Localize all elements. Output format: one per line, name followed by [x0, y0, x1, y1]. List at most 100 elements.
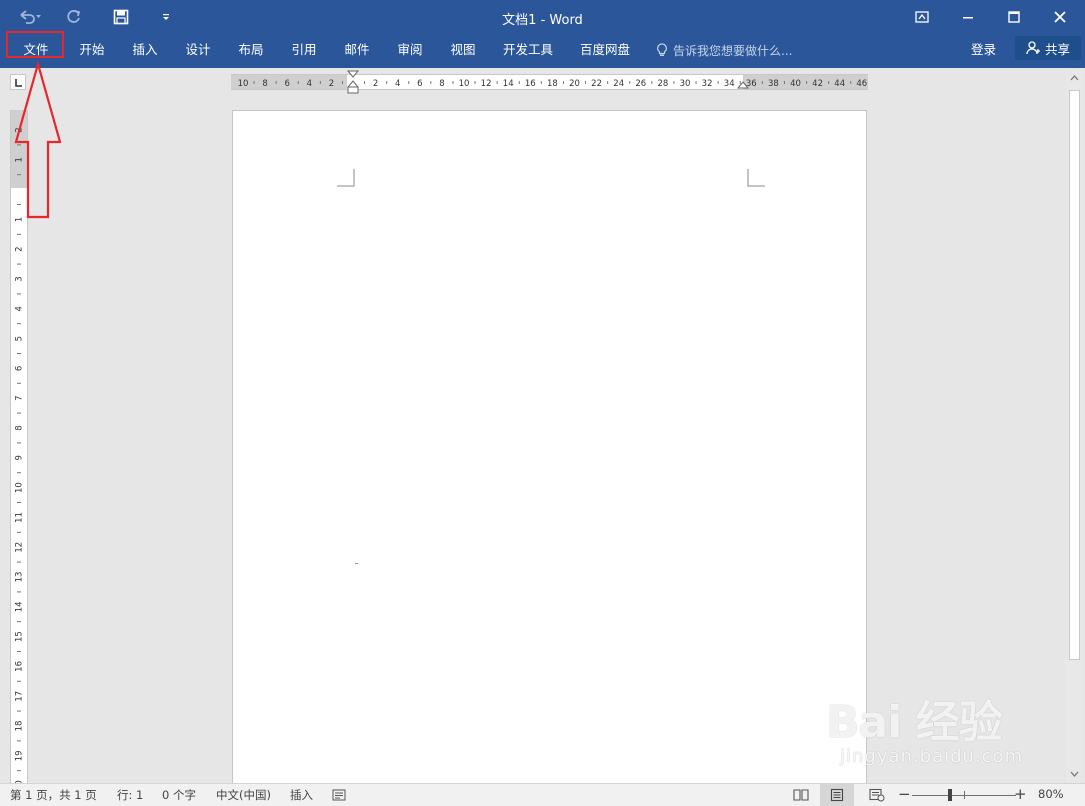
word-count[interactable]: 0 个字: [162, 787, 196, 803]
zoom-level[interactable]: 80%: [1038, 787, 1064, 801]
read-mode-button[interactable]: [784, 784, 818, 806]
ruler-label: 15: [15, 631, 25, 642]
tell-me-search[interactable]: 告诉我您想要做什么...: [656, 38, 792, 62]
ruler-label: 17: [15, 691, 25, 702]
tab-references[interactable]: 引用: [284, 38, 324, 62]
print-layout-icon: [830, 788, 844, 802]
tab-developer[interactable]: 开发工具: [498, 38, 558, 62]
ruler-label: 16: [15, 661, 25, 672]
close-button[interactable]: [1040, 4, 1080, 30]
zoom-out-button[interactable]: −: [898, 785, 911, 803]
text-cursor: [355, 563, 358, 564]
ruler-label: 7: [15, 395, 25, 400]
web-layout-icon: [869, 788, 885, 802]
ruler-label: 6: [417, 79, 422, 89]
ruler-label: 4: [15, 306, 25, 311]
share-button[interactable]: 共享: [1015, 36, 1081, 60]
tab-file[interactable]: 文件: [8, 38, 64, 62]
ruler-label: 1: [15, 217, 25, 222]
ruler-label: 14: [15, 601, 25, 612]
save-button[interactable]: [108, 6, 134, 28]
ruler-label: 3: [15, 276, 25, 281]
ruler-label: 44: [834, 79, 845, 89]
vertical-ruler[interactable]: 211234567891011121314151617181920: [10, 110, 28, 784]
tab-mailings[interactable]: 邮件: [337, 38, 377, 62]
lightbulb-icon: [657, 43, 667, 56]
tab-view[interactable]: 视图: [443, 38, 483, 62]
tab-stop-selector[interactable]: [10, 74, 26, 90]
tab-baidu-netdisk[interactable]: 百度网盘: [575, 38, 635, 62]
tab-home[interactable]: 开始: [72, 38, 112, 62]
tab-insert[interactable]: 插入: [125, 38, 165, 62]
minimize-button[interactable]: [948, 4, 988, 30]
undo-button[interactable]: [14, 6, 44, 28]
tab-design[interactable]: 设计: [178, 38, 218, 62]
tell-me-placeholder: 告诉我您想要做什么...: [673, 43, 793, 58]
redo-button[interactable]: [62, 6, 86, 28]
scroll-down-icon[interactable]: [1070, 770, 1079, 778]
margin-corner-top-right: [747, 169, 765, 187]
ruler-label: 8: [262, 79, 267, 89]
ruler-label: 46: [856, 79, 867, 89]
ruler-label: 2: [373, 79, 378, 89]
vertical-scrollbar[interactable]: [1066, 70, 1083, 783]
customize-quick-access-button[interactable]: [156, 6, 176, 28]
macro-record-icon[interactable]: [332, 788, 346, 802]
ruler-label: 9: [15, 455, 25, 460]
maximize-button[interactable]: [994, 4, 1034, 30]
tab-review[interactable]: 审阅: [390, 38, 430, 62]
horizontal-ruler[interactable]: 10 8 6 4 2 2 4 6 8 10 12 14 16 18 20 22 24 26 28 30 32 34 36 38…: [231, 70, 868, 94]
sign-in-link[interactable]: 登录: [971, 38, 996, 62]
ruler-label: 10: [459, 79, 470, 89]
ruler-label: 2: [15, 127, 25, 132]
scrollbar-thumb[interactable]: [1069, 90, 1080, 660]
ribbon-tabs: 文件 开始 插入 设计 布局 引用 邮件 审阅 视图 开发工具 百度网盘 告诉我…: [0, 34, 1085, 68]
ruler-label: 12: [15, 542, 25, 553]
insert-mode[interactable]: 插入: [290, 787, 313, 803]
ruler-label: 2: [329, 79, 334, 89]
language-indicator[interactable]: 中文(中国): [216, 787, 271, 803]
ruler-label: 13: [15, 572, 25, 583]
zoom-in-button[interactable]: +: [1014, 785, 1027, 803]
redo-icon: [67, 10, 81, 23]
ribbon-display-options-button[interactable]: [902, 4, 942, 30]
share-label: 共享: [1044, 41, 1070, 57]
ruler-label: 1: [15, 157, 25, 162]
zoom-slider-thumb[interactable]: [948, 789, 952, 801]
ruler-label: 18: [547, 79, 558, 89]
ruler-label: 16: [525, 79, 536, 89]
print-layout-button[interactable]: [820, 784, 854, 806]
ruler-label: 32: [702, 79, 713, 89]
ruler-label: 4: [395, 79, 400, 89]
ruler-label: 38: [768, 79, 779, 89]
ruler-label: 30: [680, 79, 691, 89]
ruler-label: 10: [15, 482, 25, 493]
tab-layout[interactable]: 布局: [231, 38, 271, 62]
ruler-label: 24: [613, 79, 624, 89]
scroll-up-icon[interactable]: [1070, 74, 1079, 82]
save-icon: [113, 9, 129, 25]
ruler-label: 11: [15, 512, 25, 523]
web-layout-button[interactable]: [860, 784, 894, 806]
page-count[interactable]: 第 1 页，共 1 页: [10, 787, 97, 803]
ruler-label: 4: [307, 79, 312, 89]
ruler-label: 20: [569, 79, 580, 89]
indent-marker-icon[interactable]: [346, 70, 360, 97]
undo-icon: [20, 10, 41, 24]
ruler-label: 28: [657, 79, 668, 89]
ruler-label: 18: [15, 721, 25, 732]
status-bar: 第 1 页，共 1 页 行: 1 0 个字 中文(中国) 插入 − + 80%: [0, 783, 1085, 806]
ruler-label: 12: [481, 79, 492, 89]
dropdown-icon: [163, 14, 169, 20]
ruler-label: 19: [15, 750, 25, 761]
margin-corner-top-left: [337, 169, 355, 187]
ruler-label: 5: [15, 336, 25, 341]
ribbon-display-icon: [915, 11, 929, 23]
ruler-label: 14: [503, 79, 514, 89]
right-indent-marker-icon[interactable]: [736, 81, 750, 91]
document-page[interactable]: [232, 110, 867, 790]
watermark-url: jingyan.baidu.com: [840, 746, 1024, 767]
ruler-label: 34: [724, 79, 735, 89]
line-number[interactable]: 行: 1: [117, 787, 143, 803]
ruler-label: 26: [635, 79, 646, 89]
